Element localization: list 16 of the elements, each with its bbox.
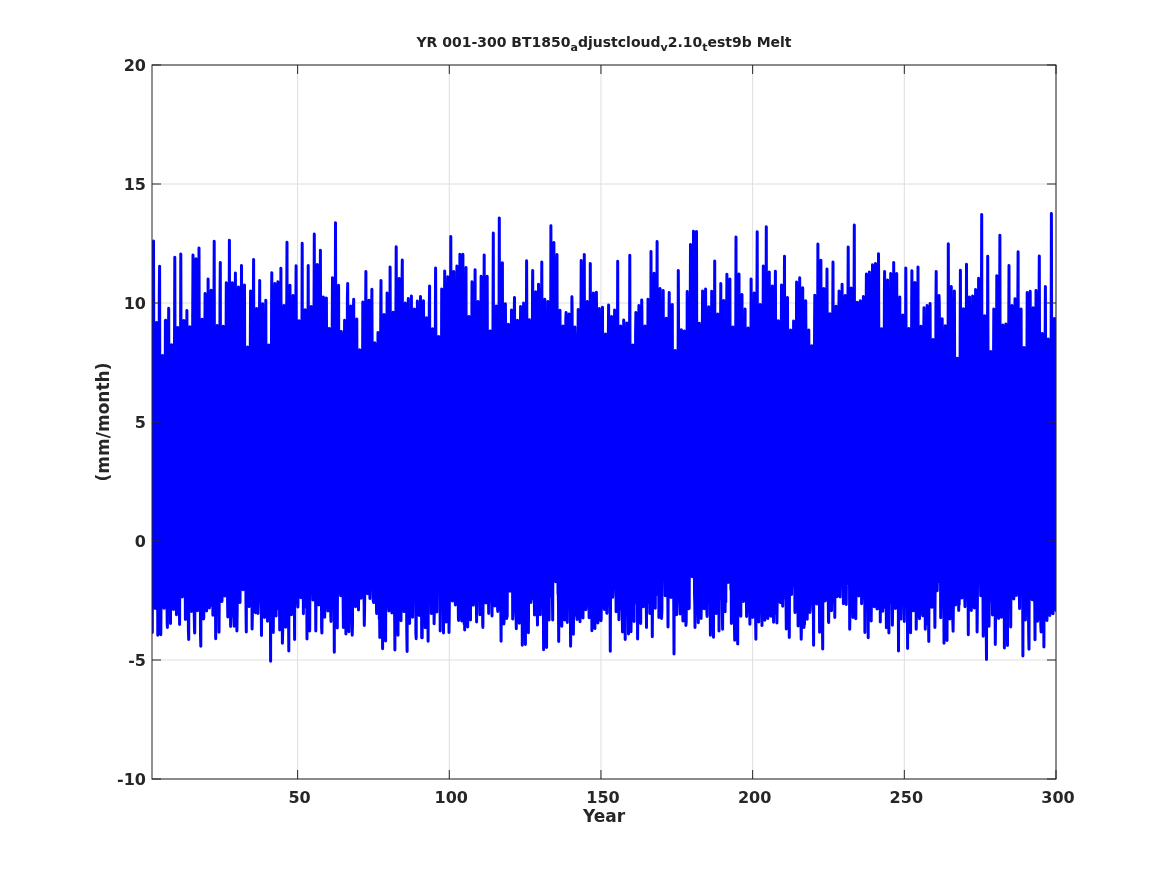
- tick-label: 10: [123, 294, 146, 313]
- tick-label: -5: [128, 651, 146, 670]
- tick-label: 100: [434, 788, 468, 807]
- tick-label: 0: [134, 532, 146, 551]
- tick-label: 15: [123, 175, 146, 194]
- tick-label: 20: [123, 56, 146, 75]
- chart-title: YR 001-300 BT1850$_{a}$djustcloud$_{v}$2.10$_{t}$est9b Melt: [415, 33, 793, 55]
- axis-label: (mm/month): [93, 362, 113, 482]
- tick-label: 200: [737, 788, 772, 807]
- tick-label: 5: [134, 413, 146, 432]
- tick-label: 150: [586, 788, 620, 807]
- tick-label: 300: [1041, 788, 1075, 807]
- tick-label: 50: [288, 788, 311, 807]
- tick-label: -10: [117, 770, 146, 789]
- axis-label: Year: [582, 806, 626, 826]
- tick-label: 250: [889, 788, 924, 807]
